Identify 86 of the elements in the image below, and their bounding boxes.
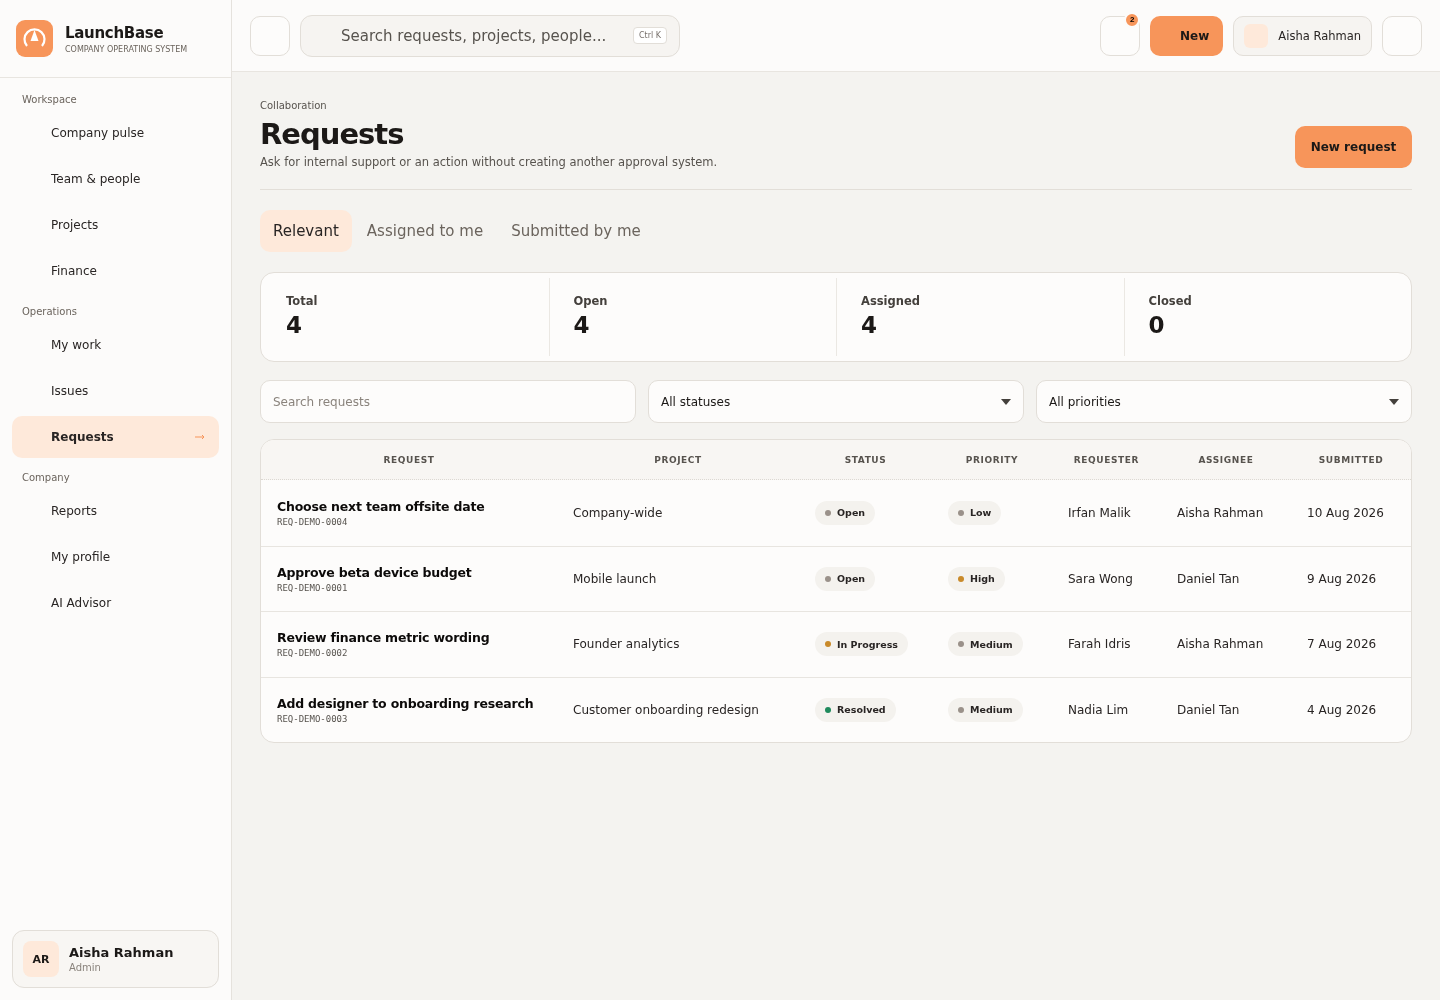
blank-button[interactable] [250,15,290,56]
request-id: REQ-DEMO-0001 [277,582,349,593]
section-title: Company [21,471,71,485]
column-header: PROJECT [653,454,703,465]
status-select[interactable]: All statuses [648,380,1024,423]
user-card[interactable]: AR Aisha Rahman Admin [12,930,219,988]
search-field[interactable]: Search requests [260,380,636,423]
stat-value: 4 [573,312,591,338]
column-header: PRIORITY [964,454,1020,465]
table-cell-text: Mobile launch [572,571,658,586]
breadcrumb: Collaboration [260,100,328,111]
request-title[interactable]: Approve beta device budget [277,564,541,580]
sidebar-item[interactable]: Team & people [12,158,219,200]
table-cell-text: 10 Aug 2026 [1306,505,1385,520]
sidebar-item[interactable]: Reports [12,490,219,532]
caret-icon [1001,398,1011,405]
notification-button[interactable]: 2 [1100,15,1141,56]
status-pill: Medium [948,697,1023,722]
stat-label: Open [573,294,609,308]
tab[interactable]: Submitted by me [498,210,654,252]
notification-badge: 2 [1124,11,1141,28]
table-cell-text: Irfan Malik [1067,505,1132,520]
arrow-icon [195,434,205,440]
new-button[interactable]: New [1150,15,1224,56]
column-header: ASSIGNEE [1197,454,1255,465]
column-header: SUBMITTED [1317,454,1385,465]
table-cell-text: Sara Wong [1067,571,1134,586]
table-cell-text: Nadia Lim [1067,702,1130,717]
user-name: Aisha Rahman [69,945,174,960]
table-cell-text: Aisha Rahman [1176,637,1265,652]
table-cell-text: Farah Idris [1067,637,1132,652]
request-id: REQ-DEMO-0002 [277,648,349,659]
stat-value: 4 [861,312,878,338]
request-title[interactable]: Choose next team offsite date [277,498,541,514]
stat-label: Assigned [861,294,921,308]
table-cell-text: Founder analytics [572,637,681,652]
status-pill: In Progress [815,632,909,657]
stat-value: 4 [286,312,303,338]
table-cell-text: Company-wide [572,505,664,520]
page-title: Requests [260,117,405,151]
status-pill: High [948,566,1005,591]
table-cell-text: 4 Aug 2026 [1306,702,1378,717]
tab[interactable]: Assigned to me [353,210,497,252]
caret-icon [1389,398,1399,405]
status-pill: Medium [948,632,1023,657]
sidebar-item[interactable]: Requests [12,416,219,458]
brand-name: LaunchBase [65,23,165,42]
sidebar-item[interactable]: Company pulse [12,112,219,154]
request-title[interactable]: Review finance metric wording [277,630,541,646]
avatar: AR [23,941,59,977]
table-cell-text: 7 Aug 2026 [1306,637,1378,652]
request-id: REQ-DEMO-0003 [277,713,349,724]
priority-select[interactable]: All priorities [1036,380,1412,423]
sidebar-item[interactable]: AI Advisor [12,582,219,624]
tab[interactable]: Relevant [260,210,352,252]
page-subtitle: Ask for internal support or an action without creating another approval system. [260,155,718,169]
section-title: Workspace [21,93,78,107]
new-request-button[interactable]: New request [1295,126,1412,168]
sidebar-item[interactable]: Issues [12,370,219,412]
column-header: REQUEST [382,454,436,465]
section-title: Operations [21,305,78,319]
sidebar-item[interactable]: Projects [12,204,219,246]
stat-value: 0 [1148,312,1166,338]
table-cell-text: Customer onboarding redesign [572,702,760,717]
request-title[interactable]: Add designer to onboarding research [277,695,541,711]
status-pill: Low [948,500,1002,525]
column-header: STATUS [843,454,888,465]
status-pill: Open [815,566,876,591]
blank-button[interactable] [1382,15,1422,56]
column-header: REQUESTER [1072,454,1141,465]
brand-tagline: COMPANY OPERATING SYSTEM [65,44,188,54]
table-cell-text: 9 Aug 2026 [1306,571,1378,586]
user-role: Admin [69,962,102,973]
request-id: REQ-DEMO-0004 [277,516,349,527]
rocket-logo-icon [16,20,53,57]
stat-label: Closed [1148,294,1193,308]
sidebar-item[interactable]: My profile [12,536,219,578]
sidebar-item[interactable]: Finance [12,250,219,292]
table-cell-text: Aisha Rahman [1176,505,1265,520]
table-cell-text: Daniel Tan [1176,702,1241,717]
status-pill: Resolved [815,697,896,722]
table-cell-text: Daniel Tan [1176,571,1241,586]
user-menu-button[interactable]: Aisha Rahman [1233,15,1372,56]
sidebar-item[interactable]: My work [12,324,219,366]
status-pill: Open [815,500,876,525]
stat-label: Total [286,294,319,308]
